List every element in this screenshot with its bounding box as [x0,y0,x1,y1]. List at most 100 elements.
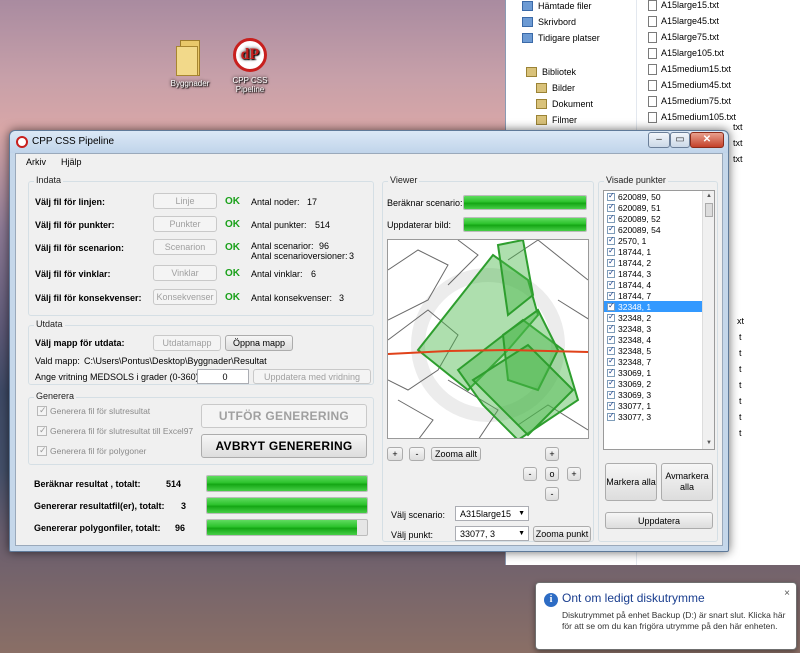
menu-hjalp[interactable]: Hjälp [61,157,82,167]
nav-item-desktop[interactable]: Skrivbord [522,14,576,30]
checkbox-checked-icon[interactable] [607,367,615,377]
oppna-mapp-button[interactable]: Öppna mapp [225,335,293,351]
list-item[interactable]: 33069, 2 [604,378,714,389]
checkbox-checked-icon[interactable] [607,378,615,388]
pan-left-button[interactable]: - [523,467,537,481]
nav-item-videos[interactable]: Filmer [536,112,577,128]
list-item[interactable]: 620089, 50 [604,191,714,202]
pan-up-button[interactable]: + [545,447,559,461]
checkbox-checked-icon[interactable] [607,224,615,234]
checkbox-checked-icon[interactable] [607,356,615,366]
excel97-checkbox[interactable]: Generera fil för slutresultat till Excel… [37,425,193,436]
zoom-out-button[interactable]: - [409,447,425,461]
linje-button[interactable]: Linje [153,193,217,209]
avbryt-generering-button[interactable]: AVBRYT GENERERING [201,434,367,458]
checkbox-checked-icon[interactable] [607,246,615,256]
utfor-generering-button[interactable]: UTFÖR GENERERING [201,404,367,428]
list-item[interactable]: 18744, 4 [604,279,714,290]
notification-close-icon[interactable]: × [784,588,790,599]
disk-space-notification[interactable]: i Ont om ledigt diskutrymme Diskutrymmet… [535,582,797,650]
list-item[interactable]: 33069, 3 [604,389,714,400]
zooma-punkt-button[interactable]: Zooma punkt [533,526,591,542]
close-button[interactable]: ✕ [690,132,724,148]
checkbox-checked-icon[interactable] [607,290,615,300]
nav-item-documents[interactable]: Dokument [536,96,593,112]
file-item[interactable]: A15large75.txt [648,29,719,45]
checkbox-checked-icon[interactable] [607,257,615,267]
polygoner-checkbox[interactable]: Generera fil för polygoner [37,445,146,456]
checkbox-checked-icon[interactable] [607,411,615,421]
list-item[interactable]: 620089, 52 [604,213,714,224]
utdatamapp-button[interactable]: Utdatamapp [153,335,221,351]
list-item[interactable]: 18744, 1 [604,246,714,257]
file-item[interactable]: A15medium105.txt [648,109,736,125]
checkbox-checked-icon[interactable] [607,389,615,399]
pan-center-button[interactable]: o [545,467,559,481]
checkbox-checked-icon[interactable] [607,279,615,289]
uppdatera-vridning-button[interactable]: Uppdatera med vridning [253,369,371,384]
uppdatera-button[interactable]: Uppdatera [605,512,713,529]
file-item[interactable]: A15large45.txt [648,13,719,29]
checkbox-checked-icon[interactable] [607,235,615,245]
list-item[interactable]: 620089, 51 [604,202,714,213]
list-item[interactable]: 620089, 54 [604,224,714,235]
checkbox-checked-icon[interactable] [607,213,615,223]
checkbox-checked-icon[interactable] [607,268,615,278]
menu-arkiv[interactable]: Arkiv [26,157,46,167]
nav-item-recent[interactable]: Tidigare platser [522,30,600,46]
list-item[interactable]: 33077, 1 [604,400,714,411]
desktop-icon-byggnader[interactable]: Byggnader [162,40,218,88]
avmarkera-alla-button[interactable]: Avmarkera alla [661,463,713,501]
checkbox-checked-icon[interactable] [607,323,615,333]
konsekvenser-button[interactable]: Konsekvenser [153,289,217,305]
listbox-scrollbar[interactable]: ▲ ▼ [702,191,714,449]
zoom-in-button[interactable]: + [387,447,403,461]
points-listbox[interactable]: 620089, 50620089, 51620089, 52620089, 54… [603,190,715,450]
list-item[interactable]: 33077, 3 [604,411,714,422]
checkbox-checked-icon[interactable] [607,301,615,311]
scroll-thumb[interactable] [705,203,713,217]
checkbox-checked-icon[interactable] [607,334,615,344]
markera-alla-button[interactable]: Markera alla [605,463,657,501]
zooma-allt-button[interactable]: Zooma allt [431,447,481,461]
checkbox-checked-icon[interactable] [607,191,615,201]
scenario-select[interactable]: A315large15 ▼ [455,506,529,521]
pan-right-button[interactable]: + [567,467,581,481]
file-item[interactable]: A15medium75.txt [648,93,731,109]
list-item[interactable]: 18744, 7 [604,290,714,301]
desktop-icon-cpp-css-pipeline[interactable]: dP CPP CSS Pipeline [222,38,278,94]
punkt-select[interactable]: 33077, 3 ▼ [455,526,529,541]
file-item[interactable]: A15large15.txt [648,0,719,13]
file-item[interactable]: A15medium15.txt [648,61,731,77]
checkbox-checked-icon[interactable] [607,400,615,410]
checkbox-checked-icon[interactable] [607,312,615,322]
maximize-button[interactable]: ▭ [670,132,690,148]
list-item[interactable]: 18744, 3 [604,268,714,279]
nav-item-downloads[interactable]: Hämtade filer [522,0,592,14]
checkbox-checked-icon[interactable] [607,345,615,355]
scroll-up-arrow-icon[interactable]: ▲ [703,191,714,202]
scenarion-button[interactable]: Scenarion [153,239,217,255]
list-item[interactable]: 32348, 4 [604,334,714,345]
list-item[interactable]: 18744, 2 [604,257,714,268]
checkbox-checked-icon[interactable] [607,202,615,212]
slutresultat-checkbox[interactable]: Generera fil för slutresultat [37,405,150,416]
minimize-button[interactable]: – [648,132,670,148]
map-viewer[interactable] [387,239,589,439]
scroll-down-arrow-icon[interactable]: ▼ [703,438,714,449]
list-item[interactable]: 32348, 1 [604,301,714,312]
nav-item-pictures[interactable]: Bilder [536,80,575,96]
vridning-input[interactable]: 0 [197,369,249,384]
file-item[interactable]: A15large105.txt [648,45,724,61]
file-item[interactable]: A15medium45.txt [648,77,731,93]
list-item[interactable]: 32348, 7 [604,356,714,367]
nav-item-libraries[interactable]: Bibliotek [526,64,576,80]
title-bar[interactable]: CPP CSS Pipeline – ▭ ✕ [10,131,728,153]
vinklar-button[interactable]: Vinklar [153,265,217,281]
list-item[interactable]: 32348, 5 [604,345,714,356]
pan-down-button[interactable]: - [545,487,559,501]
list-item[interactable]: 33069, 1 [604,367,714,378]
list-item[interactable]: 32348, 3 [604,323,714,334]
punkter-button[interactable]: Punkter [153,216,217,232]
list-item[interactable]: 2570, 1 [604,235,714,246]
